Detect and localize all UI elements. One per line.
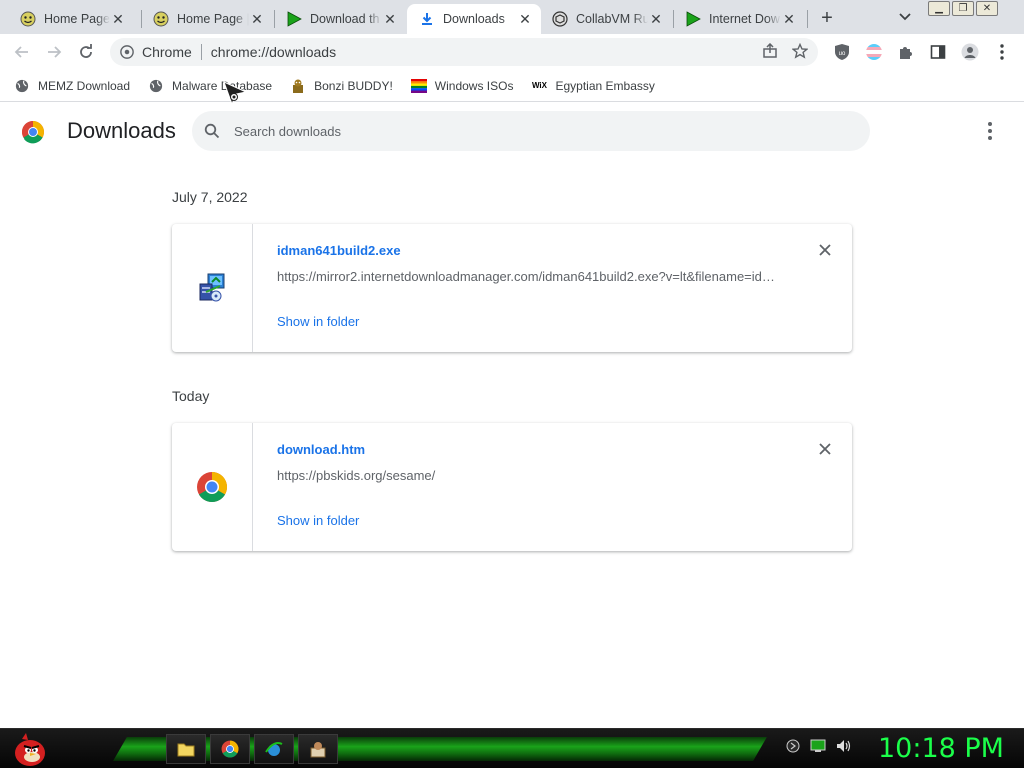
tab-internet-download[interactable]: Internet Dow ✕ bbox=[673, 4, 805, 34]
tab-download-the[interactable]: Download th ✕ bbox=[274, 4, 406, 34]
taskbar-explorer-icon[interactable] bbox=[166, 734, 206, 764]
puzzle-icon[interactable] bbox=[896, 42, 916, 62]
profile-avatar-icon[interactable] bbox=[960, 42, 980, 62]
side-panel-icon[interactable] bbox=[928, 42, 948, 62]
page-title: Downloads bbox=[67, 118, 176, 143]
bookmark-egyptian-embassy[interactable]: WiX Egyptian Embassy bbox=[531, 78, 655, 94]
taskbar: 10:18 PM bbox=[0, 728, 1024, 768]
maximize-button[interactable]: ❐ bbox=[952, 1, 974, 16]
smiley-icon bbox=[20, 11, 36, 27]
close-icon[interactable]: ✕ bbox=[110, 11, 126, 27]
omnibox-url: chrome://downloads bbox=[210, 44, 337, 60]
more-actions-menu-icon[interactable] bbox=[980, 121, 1000, 141]
omnibox-host: Chrome bbox=[142, 44, 192, 60]
window-controls: ▁ ❐ ✕ bbox=[928, 1, 998, 16]
bookmark-star-icon[interactable] bbox=[791, 42, 809, 62]
tab-title: Internet Dow bbox=[709, 12, 780, 26]
bonzi-icon bbox=[290, 78, 306, 94]
installer-icon bbox=[172, 224, 253, 352]
play-green-icon bbox=[685, 11, 701, 27]
bookmark-label: MEMZ Download bbox=[38, 78, 131, 93]
taskbar-chrome-icon[interactable] bbox=[210, 734, 250, 764]
omnibox-separator bbox=[200, 44, 202, 60]
date-heading: Today bbox=[172, 388, 210, 404]
taskbar-ie-icon[interactable] bbox=[254, 734, 294, 764]
wix-icon: WiX bbox=[531, 81, 547, 90]
bookmark-label: Egyptian Embassy bbox=[555, 78, 655, 93]
kebab-menu-icon[interactable] bbox=[992, 42, 1012, 62]
rainbow-flag-icon bbox=[410, 78, 427, 94]
globe-icon bbox=[148, 78, 164, 94]
network-icon[interactable] bbox=[810, 739, 826, 753]
address-bar[interactable]: Chrome chrome://downloads bbox=[110, 38, 818, 66]
svg-text:uo: uo bbox=[839, 51, 846, 57]
bookmarks-bar: MEMZ Download Malware Database Bonzi BUD… bbox=[0, 70, 1024, 102]
close-icon[interactable] bbox=[817, 441, 833, 457]
tab-separator bbox=[807, 10, 808, 28]
chrome-icon bbox=[172, 423, 253, 551]
reload-button[interactable] bbox=[76, 42, 96, 62]
chrome-logo-icon bbox=[21, 120, 45, 144]
downloads-header: Downloads Search downloads bbox=[0, 103, 1024, 159]
tab-strip: Home Page | ✕ Home Page | ✕ Download th … bbox=[0, 0, 1024, 34]
search-placeholder: Search downloads bbox=[234, 123, 341, 139]
tab-title: Download th bbox=[310, 12, 380, 26]
tab-collabvm[interactable]: CollabVM Ru ✕ bbox=[540, 4, 672, 34]
volume-icon[interactable] bbox=[836, 739, 852, 753]
close-icon[interactable]: ✕ bbox=[249, 11, 265, 27]
tab-title: Downloads bbox=[443, 12, 505, 26]
play-green-icon bbox=[286, 11, 302, 27]
browser-toolbar: Chrome chrome://downloads uo bbox=[0, 34, 1024, 70]
system-tray bbox=[786, 739, 852, 753]
file-name-link[interactable]: download.htm bbox=[277, 442, 365, 457]
taskbar-bonzi-icon[interactable] bbox=[298, 734, 338, 764]
close-window-button[interactable]: ✕ bbox=[976, 1, 998, 16]
close-icon[interactable]: ✕ bbox=[382, 11, 398, 27]
show-in-folder-link[interactable]: Show in folder bbox=[277, 314, 359, 329]
bookmark-label: Windows ISOs bbox=[434, 78, 514, 93]
mouse-cursor-icon bbox=[222, 80, 250, 108]
tab-title: Home Page | bbox=[177, 12, 249, 26]
new-tab-button[interactable]: + bbox=[814, 6, 840, 30]
tab-home-page-1[interactable]: Home Page | ✕ bbox=[8, 4, 134, 34]
bookmark-memz-download[interactable]: MEMZ Download bbox=[14, 78, 130, 94]
date-heading: July 7, 2022 bbox=[172, 189, 248, 205]
search-input[interactable]: Search downloads bbox=[192, 111, 870, 151]
tab-home-page-2[interactable]: Home Page | ✕ bbox=[141, 4, 273, 34]
start-button-angry-bird-icon[interactable] bbox=[8, 731, 48, 767]
globe-icon bbox=[14, 78, 30, 94]
back-button[interactable] bbox=[12, 42, 32, 62]
forward-button[interactable] bbox=[44, 42, 64, 62]
close-icon[interactable]: ✕ bbox=[517, 11, 533, 27]
minimize-button[interactable]: ▁ bbox=[928, 1, 950, 16]
chevron-down-icon[interactable] bbox=[896, 7, 914, 27]
share-icon[interactable] bbox=[762, 42, 778, 62]
download-item-card: idman641build2.exe https://mirror2.inter… bbox=[172, 224, 852, 352]
file-name-link[interactable]: idman641build2.exe bbox=[277, 243, 401, 258]
search-icon bbox=[204, 123, 220, 139]
bookmark-label: Bonzi BUDDY! bbox=[314, 78, 393, 93]
tab-downloads[interactable]: Downloads ✕ bbox=[407, 4, 541, 34]
close-icon[interactable] bbox=[817, 242, 833, 258]
taskbar-clock[interactable]: 10:18 PM bbox=[878, 733, 1004, 764]
bookmark-windows-isos[interactable]: Windows ISOs bbox=[410, 78, 514, 94]
download-icon bbox=[419, 11, 435, 27]
download-item-card: download.htm https://pbskids.org/sesame/… bbox=[172, 423, 852, 551]
ublock-shield-icon[interactable]: uo bbox=[832, 42, 852, 62]
bookmark-malware-database[interactable]: Malware Database bbox=[148, 78, 272, 94]
bookmark-bonzi-buddy[interactable]: Bonzi BUDDY! bbox=[290, 78, 393, 94]
tab-title: Home Page | bbox=[44, 12, 110, 26]
chrome-page-icon bbox=[120, 45, 134, 59]
file-url-link[interactable]: https://mirror2.internetdownloadmanager.… bbox=[277, 269, 777, 284]
tray-app-icon[interactable] bbox=[786, 739, 800, 753]
smiley-icon bbox=[153, 11, 169, 27]
file-url-link[interactable]: https://pbskids.org/sesame/ bbox=[277, 468, 777, 483]
close-icon[interactable]: ✕ bbox=[781, 11, 797, 27]
tab-title: CollabVM Ru bbox=[576, 12, 648, 26]
close-icon[interactable]: ✕ bbox=[648, 11, 664, 27]
striped-extension-icon[interactable] bbox=[864, 42, 884, 62]
collabvm-icon bbox=[552, 11, 568, 27]
show-in-folder-link[interactable]: Show in folder bbox=[277, 513, 359, 528]
